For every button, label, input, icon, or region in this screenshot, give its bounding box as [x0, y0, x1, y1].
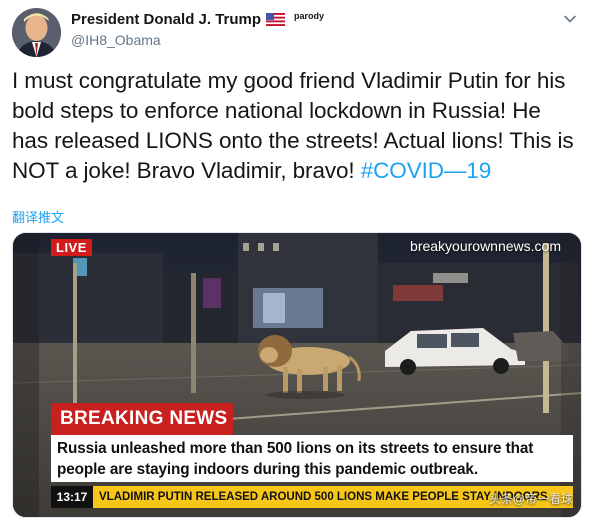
live-badge: LIVE — [51, 239, 92, 256]
us-flag-icon — [266, 13, 286, 26]
display-name[interactable]: President Donald J. Trump — [71, 11, 261, 28]
author-name-row: President Donald J. Trump parody — [71, 10, 325, 29]
translate-tweet-link[interactable]: 翻译推文 — [12, 207, 64, 226]
news-site-url: breakyourownnews.com — [410, 238, 561, 254]
parody-label: parody — [294, 10, 325, 21]
hashtag-link[interactable]: #COVID—19 — [361, 158, 492, 183]
author-handle[interactable]: @IH8_Obama — [71, 32, 161, 48]
image-watermark: 头条@帝一看球 — [488, 492, 573, 506]
tweet-text: I must congratulate my good friend Vladi… — [12, 66, 582, 186]
tweet-media-image[interactable]: LIVE breakyourownnews.com BREAKING NEWS … — [12, 232, 582, 518]
avatar[interactable] — [12, 8, 61, 57]
news-headline: Russia unleashed more than 500 lions on … — [51, 435, 573, 482]
chevron-down-icon[interactable] — [562, 11, 578, 27]
ticker-time: 13:17 — [51, 486, 93, 508]
tweet-card: President Donald J. Trump parody @IH8_Ob… — [0, 0, 596, 522]
breaking-news-label: BREAKING NEWS — [51, 403, 233, 435]
